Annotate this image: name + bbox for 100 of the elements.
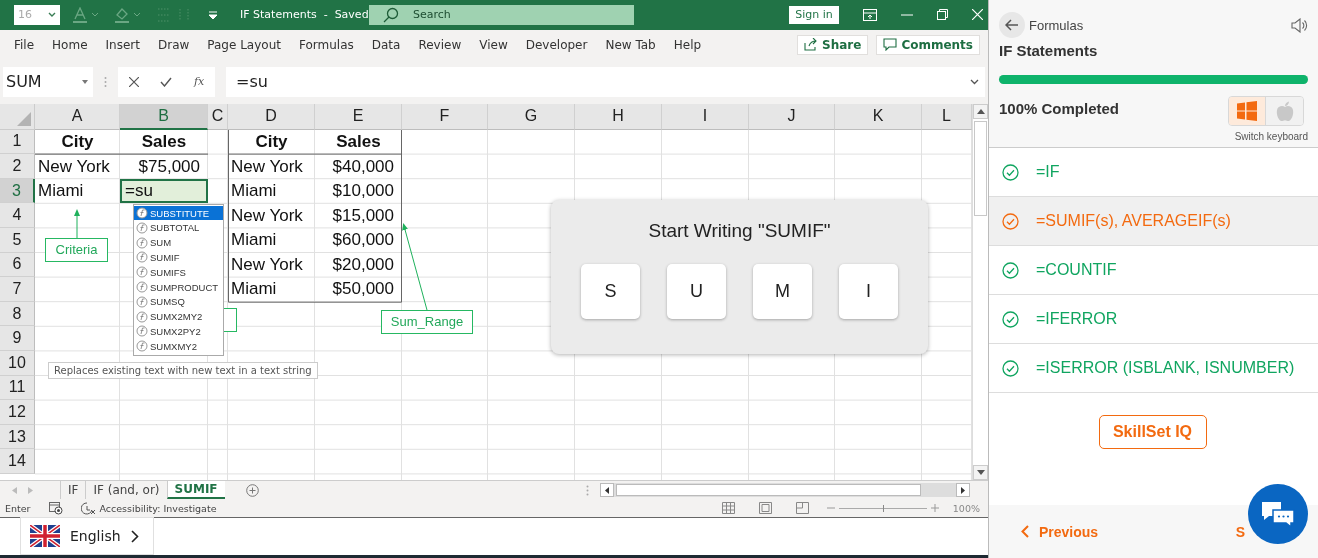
restore-icon[interactable]: [937, 9, 948, 21]
row-header[interactable]: 14: [0, 449, 35, 474]
scroll-right-icon[interactable]: [961, 486, 965, 494]
menu-item[interactable]: Draw: [157, 37, 190, 52]
accessibility-icon[interactable]: [80, 501, 96, 515]
row-header[interactable]: 5: [0, 228, 35, 253]
sign-in-button[interactable]: Sign in: [789, 5, 839, 24]
column-header[interactable]: C: [208, 103, 228, 130]
language-selector[interactable]: English: [20, 517, 154, 555]
row-header[interactable]: 10: [0, 350, 35, 376]
dropdown-caret-icon[interactable]: [82, 79, 88, 84]
column-header[interactable]: D: [228, 103, 315, 130]
share-button[interactable]: Share: [797, 34, 869, 55]
column-header[interactable]: L: [922, 103, 972, 130]
function-icon: [136, 207, 148, 219]
windows-key-option[interactable]: [1229, 97, 1266, 125]
page-break-icon[interactable]: [795, 502, 809, 515]
menu-item[interactable]: Insert: [105, 37, 140, 52]
page-layout-icon[interactable]: [758, 502, 772, 515]
ribbon-display-icon[interactable]: [863, 8, 877, 21]
normal-view-icon[interactable]: [721, 502, 735, 515]
table-cell-text: $50,000: [331, 278, 395, 301]
autocomplete-item[interactable]: SUMPRODUCT: [134, 279, 223, 295]
chat-bubbles-icon: [1261, 500, 1295, 528]
column-header[interactable]: J: [749, 103, 835, 130]
menu-item[interactable]: Page Layout: [207, 37, 281, 52]
autocomplete-item[interactable]: SUMXMY2: [134, 338, 223, 354]
autocomplete-item[interactable]: SUMX2MY2: [134, 309, 223, 324]
autocomplete-item[interactable]: SUMIFS: [134, 264, 223, 280]
row-header[interactable]: 1: [0, 129, 35, 155]
menu-item[interactable]: New Tab: [605, 37, 656, 52]
insert-function-button[interactable]: fx: [193, 75, 205, 89]
column-header[interactable]: K: [835, 103, 922, 130]
search-field[interactable]: Search: [369, 4, 634, 25]
autocomplete-item[interactable]: SUBTOTAL: [134, 220, 223, 236]
active-cell[interactable]: =su: [120, 178, 208, 204]
column-header[interactable]: B: [120, 103, 208, 130]
column-header[interactable]: F: [402, 103, 488, 130]
autocomplete-item[interactable]: SUMSQ: [134, 294, 223, 310]
scrollbar-thumb[interactable]: [616, 484, 921, 497]
menu-item[interactable]: Home: [52, 37, 88, 52]
row-header[interactable]: 9: [0, 326, 35, 351]
apple-logo-icon: [1275, 100, 1294, 122]
tooltip: Replaces existing text with new text in a text string: [48, 361, 318, 379]
function-icon: [136, 251, 148, 264]
name-box[interactable]: SUM: [3, 66, 93, 97]
scrollbar-thumb[interactable]: [974, 120, 987, 216]
close-icon[interactable]: [972, 9, 983, 21]
scroll-left-icon[interactable]: [605, 486, 609, 494]
function-icon: [136, 236, 148, 249]
menu-item[interactable]: Developer: [525, 37, 588, 52]
scroll-down-icon[interactable]: [976, 470, 985, 476]
column-header[interactable]: A: [35, 103, 120, 130]
menu-item[interactable]: Help: [673, 37, 702, 52]
menu-item[interactable]: View: [479, 37, 508, 52]
row-header[interactable]: 8: [0, 301, 35, 327]
column-header[interactable]: H: [575, 103, 662, 130]
table-cell-text: Sales: [140, 130, 188, 153]
cancel-icon[interactable]: [128, 76, 139, 87]
menu-item[interactable]: File: [14, 37, 35, 52]
row-header[interactable]: 12: [0, 400, 35, 425]
letter-key[interactable]: S: [581, 263, 640, 319]
add-sheet-icon[interactable]: [245, 483, 259, 497]
accessibility-status[interactable]: Accessibility: Investigate: [99, 502, 217, 514]
row-header[interactable]: 4: [0, 203, 35, 228]
column-header[interactable]: I: [662, 103, 749, 130]
speaker-icon[interactable]: [1291, 17, 1308, 33]
row-header[interactable]: 7: [0, 277, 35, 302]
chat-button[interactable]: [1248, 484, 1308, 544]
row-header[interactable]: 6: [0, 252, 35, 278]
letter-key[interactable]: U: [667, 263, 726, 319]
row-header[interactable]: 2: [0, 154, 35, 179]
comments-button[interactable]: Comments: [876, 34, 980, 55]
autocomplete-item[interactable]: SUBSTITUTE: [134, 205, 223, 221]
check-icon[interactable]: [160, 76, 173, 87]
column-header[interactable]: G: [488, 103, 575, 130]
row-header[interactable]: 3: [0, 178, 35, 204]
scroll-up-icon[interactable]: [976, 108, 985, 114]
column-header[interactable]: E: [315, 103, 402, 130]
macro-recorder-icon[interactable]: [48, 501, 63, 515]
sheet-tab[interactable]: IF: [60, 481, 86, 500]
autocomplete-item[interactable]: SUMX2PY2: [134, 324, 223, 339]
letter-key[interactable]: M: [753, 263, 812, 319]
table-cell-text: Miami: [230, 278, 278, 301]
formula-field[interactable]: =su: [226, 66, 985, 97]
menu-item[interactable]: Data: [371, 37, 401, 52]
letter-key[interactable]: I: [839, 263, 898, 319]
sheet-tab[interactable]: SUMIF: [166, 481, 225, 500]
minimize-icon[interactable]: [901, 13, 913, 16]
sheet-tab[interactable]: IF (and, or): [85, 481, 167, 500]
row-header[interactable]: 13: [0, 424, 35, 450]
autocomplete-item[interactable]: SUM: [134, 235, 223, 250]
expand-caret-icon[interactable]: [970, 78, 979, 85]
back-button[interactable]: [999, 12, 1025, 38]
row-header[interactable]: 11: [0, 375, 35, 401]
status-mode: Enter: [5, 502, 31, 514]
menu-item[interactable]: Formulas: [298, 37, 354, 52]
autocomplete-item[interactable]: SUMIF: [134, 250, 223, 265]
customize-toolbar-icon[interactable]: [208, 9, 218, 20]
menu-item[interactable]: Review: [418, 37, 462, 52]
